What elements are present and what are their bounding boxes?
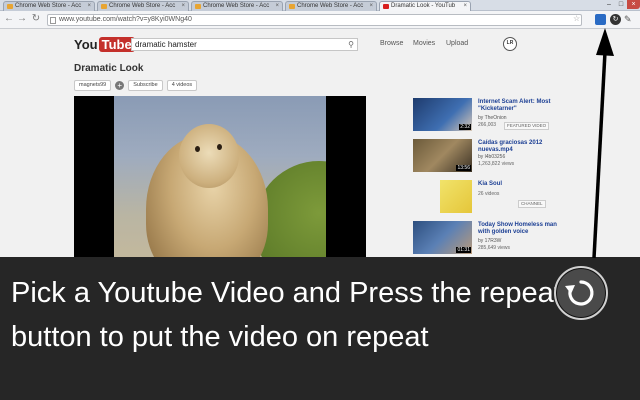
tab-chrome-web-store-3[interactable]: Chrome Web Store - Acc × (191, 1, 283, 11)
video-thumbnail[interactable]: 01:31 (413, 221, 472, 254)
close-icon[interactable]: × (87, 2, 91, 11)
nav-browse[interactable]: Browse (380, 40, 403, 47)
tab-chrome-web-store-2[interactable]: Chrome Web Store - Acc × (97, 1, 189, 11)
hamster-head (179, 124, 239, 188)
close-icon[interactable]: × (181, 2, 185, 11)
related-title[interactable]: Today Show Homeless man with golden voic… (478, 222, 566, 236)
tab-chrome-web-store-1[interactable]: Chrome Web Store - Acc × (3, 1, 95, 11)
screenshot: Chrome Web Store - Acc × Chrome Web Stor… (0, 0, 640, 400)
tab-label: Chrome Web Store - Acc (203, 3, 270, 9)
tab-label: Chrome Web Store - Acc (15, 3, 82, 9)
page-icon (50, 17, 56, 24)
tab-label: Chrome Web Store - Acc (297, 3, 364, 9)
video-frame (114, 96, 326, 266)
duration-label: 01:31 (456, 247, 471, 253)
forward-arrow-icon[interactable]: → (16, 13, 28, 25)
tab-strip: Chrome Web Store - Acc × Chrome Web Stor… (0, 0, 640, 11)
related-by: by l4b03256 (478, 154, 506, 160)
extension-icon[interactable] (595, 14, 606, 25)
related-by: by TheOnion (478, 115, 507, 121)
logo-you-text: You (74, 36, 98, 52)
video-thumbnail[interactable]: 2:32 (413, 98, 472, 131)
maximize-icon[interactable]: □ (615, 0, 627, 9)
close-icon[interactable]: × (275, 2, 279, 11)
videos-dropdown[interactable]: 4 videos (166, 80, 198, 91)
related-views: 266,003 (478, 122, 497, 128)
featured-badge: FEATURED VIDEO (504, 122, 550, 130)
plus-icon: + (115, 81, 125, 90)
channel-thumbnail[interactable] (440, 180, 472, 213)
youtube-favicon-icon (383, 4, 389, 9)
nav-movies[interactable]: Movies (413, 40, 435, 47)
repeat-extension-icon[interactable]: ↻ (610, 14, 621, 25)
logo-tube-text: Tube (98, 36, 135, 52)
video-title: Dramatic Look (74, 63, 144, 74)
related-views: 26 videos (478, 191, 500, 197)
chrome-web-store-icon (289, 4, 295, 9)
channel-badge: CHANNEL (518, 200, 546, 208)
related-item[interactable]: 2:32 Internet Scam Alert: Most "Kicketar… (410, 96, 570, 132)
related-title[interactable]: Kia Soul (478, 181, 566, 188)
reload-icon[interactable]: ↻ (30, 13, 42, 25)
duration-label: 13:56 (456, 165, 471, 171)
tab-label: Dramatic Look - YouTub (391, 3, 456, 9)
minimize-icon[interactable]: – (603, 0, 615, 9)
repeat-glyph (565, 280, 594, 306)
chrome-web-store-icon (7, 4, 13, 9)
related-by: by 17R3W (478, 238, 502, 244)
address-bar[interactable]: www.youtube.com/watch?v=y8Kyi0WNg40 (47, 14, 582, 26)
related-item[interactable]: 13:56 Caídas graciosas 2012 nuevas.mp4 b… (410, 137, 570, 173)
tab-chrome-web-store-4[interactable]: Chrome Web Store - Acc × (285, 1, 377, 11)
account-avatar[interactable]: LR (503, 37, 517, 51)
window-close-icon[interactable]: × (627, 0, 640, 9)
search-value: dramatic hamster (135, 40, 197, 49)
nav-upload[interactable]: Upload (446, 40, 468, 47)
close-icon[interactable]: × (369, 2, 373, 11)
search-icon[interactable]: ⚲ (348, 39, 354, 50)
wrench-icon[interactable]: ✎ (624, 14, 632, 25)
duration-label: 2:32 (459, 124, 471, 130)
related-views: 285,649 views (478, 245, 510, 251)
channel-name-button[interactable]: magnets99 (74, 80, 112, 91)
subscribe-button[interactable]: Subscribe (128, 80, 163, 91)
hamster-eye (195, 146, 200, 152)
related-item[interactable]: Kia Soul 26 videos CHANNEL (410, 178, 570, 214)
tab-label: Chrome Web Store - Acc (109, 3, 176, 9)
related-title[interactable]: Caídas graciosas 2012 nuevas.mp4 (478, 140, 566, 154)
caption-overlay: Pick a Youtube Video and Press the repea… (0, 257, 640, 400)
video-player[interactable] (74, 96, 366, 266)
close-icon[interactable]: × (463, 2, 467, 11)
caption-text: Pick a Youtube Video and Press the repea… (11, 277, 562, 353)
related-title[interactable]: Internet Scam Alert: Most "Kicketarner" (478, 99, 566, 113)
search-input[interactable]: dramatic hamster ⚲ (131, 38, 358, 51)
related-views: 1,263,822 views (478, 161, 515, 167)
channel-bar: magnets99 + Subscribe 4 videos (74, 80, 198, 91)
video-thumbnail[interactable]: 13:56 (413, 139, 472, 172)
url-text: www.youtube.com/watch?v=y8Kyi0WNg40 (59, 16, 192, 23)
chrome-web-store-icon (195, 4, 201, 9)
youtube-logo[interactable]: You Tube (74, 36, 135, 52)
tab-youtube[interactable]: Dramatic Look - YouTub × (379, 1, 471, 11)
chrome-web-store-icon (101, 4, 107, 9)
related-item[interactable]: 01:31 Today Show Homeless man with golde… (410, 219, 570, 255)
back-arrow-icon[interactable]: ← (3, 13, 15, 25)
browser-toolbar: ← → ↻ www.youtube.com/watch?v=y8Kyi0WNg4… (0, 11, 640, 29)
star-icon[interactable]: ☆ (573, 14, 580, 23)
hamster-eye (217, 144, 222, 150)
repeat-icon[interactable] (554, 266, 608, 320)
